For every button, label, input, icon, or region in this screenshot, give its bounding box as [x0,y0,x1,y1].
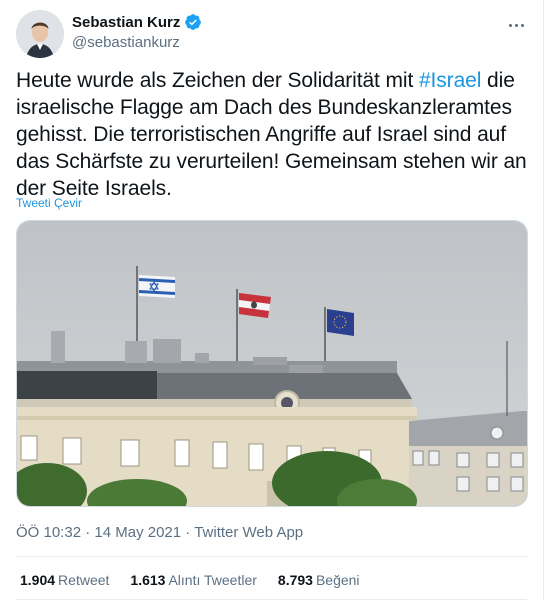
hashtag-link[interactable]: #Israel [419,69,481,92]
name-row: Sebastian Kurz [72,13,202,31]
retweets-count: 1.904 [20,572,56,588]
translate-tweet-link[interactable]: Tweeti Çevir [16,196,82,210]
source-app-link[interactable]: Twitter Web App [194,524,303,541]
divider [16,556,527,557]
meta-separator: · [85,524,91,541]
more-options-icon[interactable] [505,14,527,36]
retweets-stat[interactable]: 1.904 Retweet [20,572,109,588]
likes-count: 8.793 [277,572,313,588]
tweet-stats: 1.904 Retweet 1.613 Alıntı Tweetler 8.793 B… [20,572,381,588]
avatar-portrait [16,10,64,58]
author-name[interactable]: Sebastian Kurz [72,14,180,31]
tweet-card: Sebastian Kurz @sebastiankurz Heute wurd… [0,0,544,600]
tweet-text: Heute wurde als Zeichen der Solidarität … [16,67,528,202]
tweet-text-start: Heute wurde als Zeichen der Solidarität … [16,69,419,92]
author-handle[interactable]: @sebastiankurz [72,34,180,51]
quote-tweets-stat[interactable]: 1.613 Alıntı Tweetler [130,572,257,588]
tweet-time[interactable]: ÖÖ 10:32 [16,524,81,541]
tweet-header: Sebastian Kurz @sebastiankurz [16,10,527,58]
verified-badge-icon [184,13,202,31]
tweet-photo[interactable] [16,220,528,507]
tweet-timestamp: ÖÖ 10:32 · 14 May 2021 · Twitter Web App [16,524,303,541]
tweet-date[interactable]: 14 May 2021 [94,524,181,541]
meta-separator: · [185,524,191,541]
likes-label: Beğeni [315,572,360,588]
photo-chancellery-flags [17,221,527,506]
quote-tweets-label: Alıntı Tweetler [168,572,257,588]
quote-tweets-count: 1.613 [130,572,166,588]
likes-stat[interactable]: 8.793 Beğeni [278,572,360,588]
retweets-label: Retweet [58,572,110,588]
avatar[interactable] [16,10,64,58]
